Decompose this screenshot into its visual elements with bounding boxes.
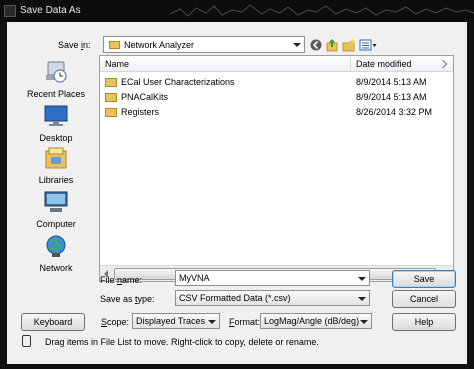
format-dropdown[interactable]: LogMag/Angle (dB/deg) [260,313,372,329]
file-name-label: File name: [100,275,143,285]
file-list-header: Name Date modified [100,56,453,72]
back-arrow-icon[interactable] [310,38,322,52]
desktop-icon [44,105,68,126]
keyboard-button[interactable]: Keyboard [21,313,85,331]
up-folder-icon[interactable] [326,38,338,52]
place-label: Network [39,263,73,273]
file-date: 8/9/2014 5:13 AM [356,92,427,102]
column-header-date[interactable]: Date modified [356,59,412,69]
chevron-down-icon [293,43,301,47]
save-in-dropdown[interactable]: Network Analyzer [103,36,305,53]
chevron-down-icon [208,320,216,324]
file-row[interactable]: ECal User Characterizations 8/9/2014 5:1… [100,75,453,90]
file-row[interactable]: Registers 8/26/2014 3:32 PM [100,105,453,120]
place-label: Computer [36,219,76,229]
window-title: Save Data As [20,5,81,16]
background-trace-graphic [170,4,474,17]
folder-icon [109,41,120,49]
chevron-right-icon[interactable] [438,59,448,69]
chevron-down-icon [360,320,368,324]
file-list[interactable]: Name Date modified ECal User Characteriz… [99,55,454,282]
recent-places-icon [46,61,67,83]
column-header-name[interactable]: Name [105,59,129,69]
save-in-value: Network Analyzer [124,40,195,50]
file-name: PNACalKits [121,92,169,102]
scope-dropdown[interactable]: Displayed Traces [132,313,220,329]
file-name: ECal User Characterizations [121,77,235,87]
file-name-input[interactable]: MyVNA [175,270,370,286]
cancel-button[interactable]: Cancel [392,290,456,308]
help-button[interactable]: Help [392,313,456,331]
file-name: Registers [121,107,160,117]
mouse-icon [22,335,31,347]
place-desktop[interactable]: Desktop [18,104,94,143]
save-as-type-dropdown[interactable]: CSV Formatted Data (*.csv) [175,290,370,306]
chevron-down-icon [358,297,366,301]
place-libraries[interactable]: Libraries [18,146,94,185]
format-label: Format: [229,317,261,327]
place-computer[interactable]: Computer [18,190,94,229]
place-recent-places[interactable]: Recent Places [18,60,94,99]
chevron-down-icon[interactable] [358,277,366,281]
file-row[interactable]: PNACalKits 8/9/2014 5:13 AM [100,90,453,105]
computer-icon [44,191,68,212]
save-as-type-value: CSV Formatted Data (*.csv) [179,293,291,303]
format-value: LogMag/Angle (dB/deg) [264,316,360,326]
folder-icon [105,93,117,102]
file-date: 8/9/2014 5:13 AM [356,77,427,87]
save-button[interactable]: Save [392,270,456,288]
place-network[interactable]: Network [18,234,94,273]
scope-value: Displayed Traces [136,316,206,326]
folder-icon [105,108,117,117]
column-separator[interactable] [350,57,351,71]
scope-label: Scope: [101,317,130,327]
place-label: Desktop [39,133,73,143]
new-folder-icon[interactable] [342,38,356,52]
title-bar[interactable]: Save Data As [0,0,474,22]
save-in-label: Save in: [58,40,91,50]
network-icon [46,235,66,257]
app-icon [4,5,16,17]
libraries-icon [45,147,67,169]
file-date: 8/26/2014 3:32 PM [356,107,433,117]
file-name-value: MyVNA [179,273,210,283]
hint-text: Drag items in File List to move. Right-c… [45,337,319,347]
place-label: Libraries [38,175,74,185]
place-label: Recent Places [26,89,86,99]
views-menu-icon[interactable] [359,38,377,52]
places-bar: Recent Places Desktop Libraries Computer… [18,56,94,296]
folder-icon [105,78,117,87]
save-as-type-label: Save as type: [100,294,155,304]
save-dialog: Save in: Network Analyzer Recent Places … [0,22,474,369]
